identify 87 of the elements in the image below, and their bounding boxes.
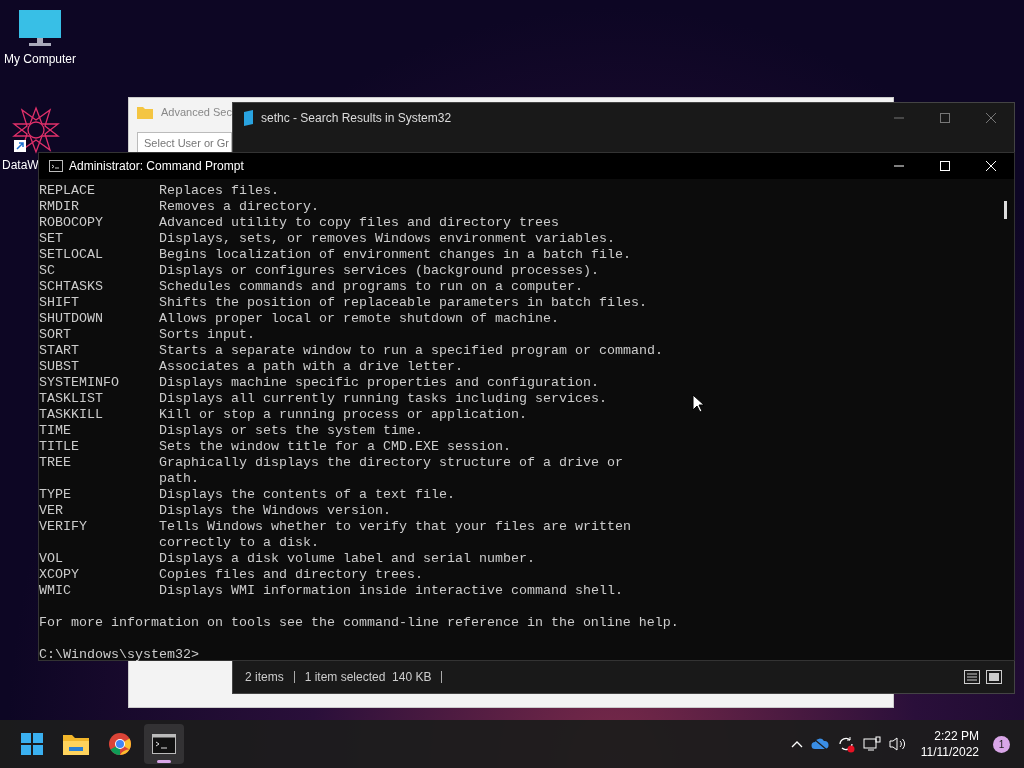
command-name: XCOPY [39,567,80,583]
command-description: Sorts input. [159,327,255,343]
command-name: ROBOCOPY [39,215,104,231]
clock-time: 2:22 PM [934,728,979,744]
network-icon[interactable] [862,736,881,752]
command-name: SHUTDOWN [39,311,104,327]
command-name: START [39,343,80,359]
help-text: For more information on tools see the command-line reference in the online help. [39,615,679,631]
terminal-button[interactable] [144,724,184,764]
command-name: SHIFT [39,295,80,311]
command-description: Sets the window title for a CMD.EXE session. [159,439,511,455]
command-description: Displays machine specific properties and configuration. [159,375,599,391]
clock-date: 11/11/2022 [920,744,979,760]
command-description: Begins localization of environment changes in a batch file. [159,247,631,263]
command-description: Displays the contents of a text file. [159,487,455,503]
command-description: Graphically displays the directory structure of a drive or [159,455,623,471]
command-name: SYSTEMINFO [39,375,120,391]
command-description: Advanced utility to copy files and directory trees [159,215,559,231]
command-description: Allows proper local or remote shutdown of machine. [159,311,559,327]
folder-icon [137,105,153,119]
command-name: TREE [39,455,72,471]
maximize-icon [940,113,950,123]
command-description: Displays all currently running tasks including services. [159,391,607,407]
command-name: TASKLIST [39,391,104,407]
pointer-icon [692,394,704,413]
command-description: Schedules commands and programs to run on a computer. [159,279,583,295]
close-icon [986,161,996,171]
command-description: Displays, sets, or removes Windows environment variables. [159,231,615,247]
command-description: Removes a directory. [159,199,319,215]
command-name: TASKKILL [39,407,104,423]
command-description: Displays the Windows version. [159,503,391,519]
terminal-icon [49,160,63,172]
command-description: Starts a separate window to run a specified program or command. [159,343,663,359]
icon-label: DataW [2,157,39,174]
select-user-button[interactable]: Select User or Gr [137,132,232,154]
command-name: SORT [39,327,72,343]
folder-icon [63,733,89,755]
command-description: Shifts the position of replaceable parameters in batch files. [159,295,647,311]
tiles-view-icon[interactable] [986,670,1002,684]
command-name: SCHTASKS [39,279,104,295]
command-description: correctly to a disk. [159,535,319,551]
window-title: sethc - Search Results in System32 [261,110,452,127]
notification-badge[interactable]: 1 [993,735,1010,753]
command-name: VERIFY [39,519,88,535]
icon-label: My Computer [4,51,76,68]
terminal-icon [152,734,176,754]
command-description: Kill or stop a running process or application. [159,407,527,423]
command-name: SUBST [39,359,80,375]
maximize-icon [940,161,950,171]
window-title: Advanced Sec [161,104,232,120]
sync-icon[interactable] [836,735,855,753]
command-name: SET [39,231,64,247]
volume-icon[interactable] [888,736,907,752]
browser-icon [108,732,132,756]
command-name: VOL [39,551,64,567]
document-icon [243,110,255,126]
details-view-icon[interactable] [964,670,980,684]
command-name: TITLE [39,439,80,455]
command-description: Associates a path with a drive letter. [159,359,463,375]
command-description: Replaces files. [159,183,279,199]
command-name: RMDIR [39,199,80,215]
command-description: Displays a disk volume label and serial number. [159,551,535,567]
command-name: WMIC [39,583,72,599]
command-name: SETLOCAL [39,247,104,263]
monitor-icon[interactable] [19,10,61,48]
command-name: VER [39,503,64,519]
command-name: TIME [39,423,72,439]
command-prompt: C:\Windows\system32> [39,647,199,663]
selection-info: 1 item selected 140 KB [304,669,432,686]
star-pattern-icon[interactable] [12,106,60,154]
command-description: path. [159,471,199,487]
command-name: TYPE [39,487,72,503]
chevron-up-icon[interactable] [790,740,803,748]
command-description: Displays or sets the system time. [159,423,423,439]
command-description: Tells Windows whether to verify that your files are written [159,519,631,535]
command-name: SC [39,263,56,279]
command-name: REPLACE [39,183,96,199]
item-count: 2 items [245,669,284,686]
clock[interactable]: 2:22 PM 11/11/2022 [920,728,979,760]
windows-logo-icon [20,732,44,756]
cloud-icon[interactable] [810,738,829,750]
scrollbar-thumb[interactable] [1004,201,1007,219]
command-description: Displays WMI information inside interactive command shell. [159,583,623,599]
command-description: Copies files and directory trees. [159,567,423,583]
close-icon [986,113,996,123]
command-description: Displays or configures services (background processes). [159,263,599,279]
window-title: Administrator: Command Prompt [69,158,244,175]
